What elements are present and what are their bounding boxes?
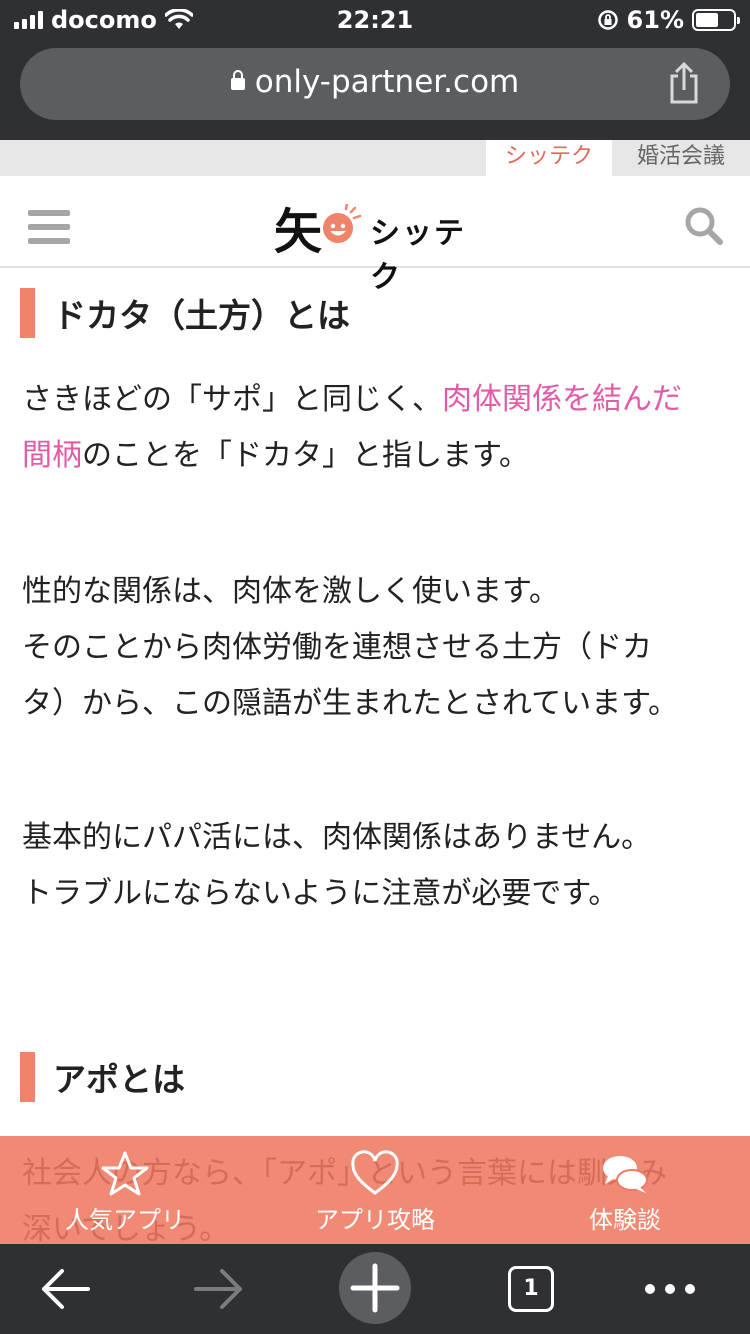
paragraph-2: 性的な関係は、肉体を激しく使います。 そのことから肉体労働を連想させる土方（ドカ… xyxy=(22,564,732,732)
search-icon[interactable] xyxy=(684,206,724,246)
heading-accent-bar xyxy=(20,288,35,338)
status-bar: docomo 22:21 61% xyxy=(0,0,750,40)
heart-icon xyxy=(351,1150,399,1195)
paragraph-3: 基本的にパパ活には、肉体関係はありません。 トラブルにならないように注意が必要で… xyxy=(22,810,732,922)
battery-icon xyxy=(692,9,740,31)
nav-label: アプリ攻略 xyxy=(315,1206,435,1234)
star-icon xyxy=(101,1151,149,1196)
address-bar[interactable]: only-partner.com xyxy=(20,48,730,120)
section-heading-dokata: ドカタ（土方）とは xyxy=(20,288,350,338)
back-arrow-icon[interactable] xyxy=(38,1258,92,1320)
site-logo[interactable]: 矢 シッテク xyxy=(270,190,490,295)
p2-line-2: そのことから肉体労働を連想させる土方（ドカ xyxy=(22,630,652,665)
nav-label: 体験談 xyxy=(589,1206,661,1234)
nav-popular-apps[interactable]: 人気アプリ xyxy=(0,1136,250,1244)
p2-line-1: 性的な関係は、肉体を激しく使います。 xyxy=(22,574,559,609)
site-header: 矢 シッテク xyxy=(0,176,750,295)
logo-kanji: 矢 xyxy=(274,204,323,260)
tab-shittec[interactable]: シッテク xyxy=(486,140,612,176)
p1-link-part2[interactable]: 間柄 xyxy=(22,438,82,473)
chat-bubbles-icon xyxy=(603,1156,648,1193)
tab-konkatsu-kaigi[interactable]: 婚活会議 xyxy=(612,140,750,176)
site-switcher: シッテク 婚活会議 xyxy=(0,140,750,176)
p1-link-part1[interactable]: 肉体関係を結んだ xyxy=(442,382,682,417)
heading-text: ドカタ（土方）とは xyxy=(53,296,350,335)
logo-text: シッテク xyxy=(370,216,466,295)
p3-line-2: トラブルにならないように注意が必要です。 xyxy=(22,876,619,911)
heading-accent-bar xyxy=(20,1052,35,1102)
p1-text-b: のことを「ドカタ」と指します。 xyxy=(82,438,529,473)
tab-switcher-button[interactable]: 1 xyxy=(508,1266,554,1312)
p1-text-a: さきほどの「サポ」と同じく、 xyxy=(22,382,442,417)
lock-icon xyxy=(230,70,245,90)
status-right: 61% xyxy=(597,6,740,34)
browser-address-area: only-partner.com xyxy=(0,40,750,140)
nav-label: 人気アプリ xyxy=(65,1206,185,1234)
section-heading-apo: アポとは xyxy=(20,1052,185,1102)
menu-icon[interactable] xyxy=(28,210,70,244)
site-bottom-nav: 社会人の方なら、「アポ」という言葉には馴染み 深いでしょう。 人気アプリ アプリ… xyxy=(0,1136,750,1244)
forward-arrow-icon[interactable] xyxy=(192,1258,246,1320)
p3-line-1: 基本的にパパ活には、肉体関係はありません。 xyxy=(22,820,652,855)
heading-text: アポとは xyxy=(53,1060,185,1099)
p2-line-3: タ）から、この隠語が生まれたとされています。 xyxy=(22,686,679,721)
url-display[interactable]: only-partner.com xyxy=(20,64,730,100)
paragraph-1: さきほどの「サポ」と同じく、肉体関係を結んだ 間柄のことを「ドカタ」と指します。 xyxy=(22,372,732,484)
new-tab-button[interactable] xyxy=(339,1252,411,1324)
nav-app-strategy[interactable]: アプリ攻略 xyxy=(250,1136,500,1244)
battery-percent: 61% xyxy=(626,6,684,34)
url-text: only-partner.com xyxy=(254,64,520,100)
logo-face-icon xyxy=(323,204,362,243)
plus-icon xyxy=(350,1263,400,1313)
orientation-lock-icon xyxy=(597,10,618,30)
more-menu-icon[interactable] xyxy=(640,1258,700,1320)
browser-toolbar: 1 xyxy=(0,1244,750,1334)
nav-experiences[interactable]: 体験談 xyxy=(500,1136,750,1244)
share-icon[interactable] xyxy=(664,62,704,106)
